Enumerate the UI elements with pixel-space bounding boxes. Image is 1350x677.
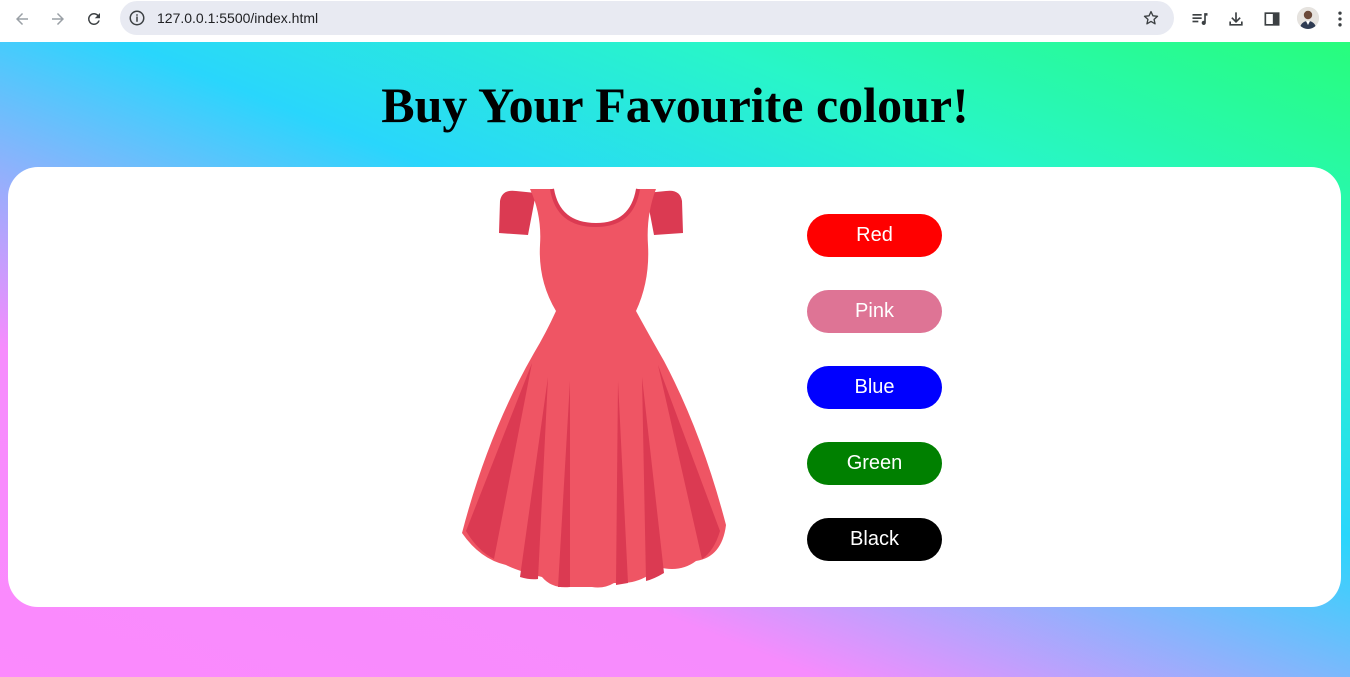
reload-icon[interactable] — [81, 6, 107, 32]
side-panel-icon[interactable] — [1259, 6, 1285, 32]
back-arrow-icon[interactable] — [9, 6, 35, 32]
url-text[interactable]: 127.0.0.1:5500/index.html — [157, 1, 318, 35]
media-queue-icon[interactable] — [1187, 6, 1213, 32]
product-card: Red Pink Blue Green Black — [8, 167, 1341, 607]
profile-avatar[interactable] — [1297, 7, 1319, 29]
blue-button[interactable]: Blue — [807, 366, 942, 409]
dress-icon — [462, 188, 726, 588]
info-icon[interactable] — [128, 9, 146, 27]
green-button[interactable]: Green — [807, 442, 942, 485]
star-icon[interactable] — [1142, 9, 1160, 27]
forward-arrow-icon[interactable] — [45, 6, 71, 32]
kebab-menu-icon[interactable] — [1331, 6, 1349, 32]
address-bar[interactable]: 127.0.0.1:5500/index.html — [120, 1, 1174, 35]
page-viewport: Buy Your Favourite colour! Red Pink Blue… — [0, 42, 1350, 677]
red-button[interactable]: Red — [807, 214, 942, 257]
black-button[interactable]: Black — [807, 518, 942, 561]
page-title: Buy Your Favourite colour! — [381, 77, 969, 133]
browser-toolbar: 127.0.0.1:5500/index.html — [0, 0, 1350, 42]
download-icon[interactable] — [1223, 6, 1249, 32]
pink-button[interactable]: Pink — [807, 290, 942, 333]
